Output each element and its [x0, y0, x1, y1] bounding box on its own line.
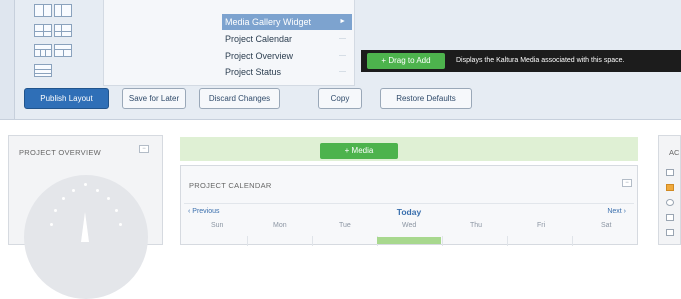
layout-option-2[interactable]	[54, 4, 72, 17]
copy-button[interactable]: Copy	[318, 88, 362, 109]
widget-item-media-gallery[interactable]: Media Gallery Widget ►	[222, 14, 352, 30]
drag-tooltip: + Drag to Add Displays the Kaltura Media…	[361, 50, 681, 72]
weekday-label: Thu	[470, 222, 483, 229]
media-widget-placeholder[interactable]: + Media	[320, 143, 398, 159]
document-icon	[666, 214, 674, 221]
calendar-cell-divider	[312, 236, 313, 246]
widget-list: Media Gallery Widget ► Project Calendar …	[222, 0, 352, 86]
document-icon	[666, 229, 674, 236]
widget-item-label: Media Gallery Widget	[225, 17, 312, 27]
minimize-icon[interactable]: −	[622, 179, 632, 187]
widget-item-project-status[interactable]: Project Status —	[222, 64, 352, 80]
publish-layout-button[interactable]: Publish Layout	[24, 88, 109, 109]
minimize-icon[interactable]: −	[139, 145, 149, 153]
widget-item-label: Project Calendar	[225, 34, 293, 44]
calendar-next-link[interactable]: Next ›	[607, 208, 626, 215]
widget-item-label: Project Overview	[225, 51, 294, 61]
widget-item-project-overview[interactable]: Project Overview —	[222, 48, 352, 64]
layout-option-6[interactable]	[54, 44, 72, 57]
calendar-weekdays: Sun Mon Tue Wed Thu Fri Sat	[181, 222, 639, 236]
comment-icon	[666, 199, 674, 206]
layout-option-1[interactable]	[34, 4, 52, 17]
chevron-right-icon: —	[339, 52, 346, 59]
document-icon	[666, 169, 674, 176]
calendar-cell-divider	[247, 236, 248, 246]
restore-defaults-button[interactable]: Restore Defaults	[380, 88, 472, 109]
today-highlight	[377, 237, 441, 244]
layout-option-5[interactable]	[34, 44, 52, 57]
card-title: AC	[669, 148, 680, 157]
chevron-right-icon: —	[339, 68, 346, 75]
chevron-right-icon: ►	[339, 18, 346, 25]
layout-option-4[interactable]	[54, 24, 72, 37]
widget-item-project-calendar[interactable]: Project Calendar —	[222, 31, 352, 47]
discard-changes-button[interactable]: Discard Changes	[199, 88, 280, 109]
weekday-label: Mon	[273, 222, 287, 229]
tooltip-text: Displays the Kaltura Media associated wi…	[456, 57, 625, 64]
layout-editor-panel: Media Gallery Widget ► Project Calendar …	[0, 0, 681, 120]
weekday-label: Wed	[402, 222, 417, 229]
widget-item-label: Project Status	[225, 67, 282, 77]
activity-card: AC	[658, 135, 681, 245]
project-calendar-card: PROJECT CALENDAR − ‹ Previous Today Next…	[180, 165, 639, 246]
card-title: PROJECT CALENDAR	[189, 181, 272, 190]
calendar-today-label[interactable]: Today	[184, 207, 634, 217]
rss-icon	[666, 184, 674, 191]
save-for-later-button[interactable]: Save for Later	[122, 88, 186, 109]
layout-option-3[interactable]	[34, 24, 52, 37]
chevron-right-icon: —	[339, 35, 346, 42]
calendar-cell-divider	[507, 236, 508, 246]
card-title: PROJECT OVERVIEW	[19, 148, 102, 157]
weekday-label: Sat	[601, 222, 612, 229]
media-drop-zone[interactable]: + Media	[180, 137, 638, 161]
weekday-label: Tue	[339, 222, 351, 229]
divider	[0, 119, 681, 120]
calendar-cell-divider	[442, 236, 443, 246]
calendar-nav: ‹ Previous Today Next ›	[184, 203, 634, 221]
layout-option-7[interactable]	[34, 64, 52, 77]
weekday-label: Sun	[211, 222, 224, 229]
layout-picker	[22, 0, 78, 84]
calendar-cell-divider	[572, 236, 573, 246]
weekday-label: Fri	[537, 222, 546, 229]
drag-to-add-button[interactable]: + Drag to Add	[367, 53, 445, 69]
